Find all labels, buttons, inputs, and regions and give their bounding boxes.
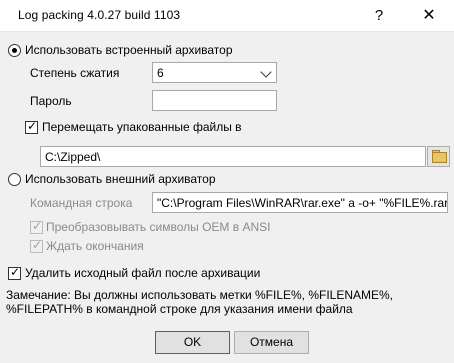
ok-button[interactable]: OK bbox=[155, 331, 230, 354]
wait-finish-checkbox[interactable]: ✓ bbox=[30, 238, 43, 253]
title-bar: Log packing 4.0.27 build 1103 ? ✕ bbox=[0, 0, 454, 32]
password-label: Пароль bbox=[30, 94, 72, 108]
move-path-input[interactable]: C:\Zipped\ bbox=[40, 146, 426, 167]
checkmark-icon: ✓ bbox=[10, 265, 21, 279]
help-button[interactable]: ? bbox=[356, 0, 402, 31]
checkmark-icon: ✓ bbox=[32, 238, 43, 252]
browse-folder-button[interactable] bbox=[427, 146, 450, 167]
chevron-down-icon bbox=[260, 66, 272, 78]
checkmark-icon: ✓ bbox=[32, 219, 43, 233]
checkmark-icon: ✓ bbox=[27, 119, 38, 133]
oem-ansi-label: Преобразовывать символы OEM в ANSI bbox=[46, 220, 271, 234]
external-archiver-radio[interactable] bbox=[8, 173, 21, 186]
builtin-archiver-label[interactable]: Использовать встроенный архиватор bbox=[25, 43, 233, 57]
command-line-label: Командная строка bbox=[30, 196, 133, 210]
window-title: Log packing 4.0.27 build 1103 bbox=[18, 8, 181, 22]
wait-finish-label: Ждать окончания bbox=[46, 239, 144, 253]
move-files-label[interactable]: Перемещать упакованные файлы в bbox=[42, 120, 242, 134]
move-files-checkbox[interactable]: ✓ bbox=[25, 119, 38, 134]
compression-value: 6 bbox=[157, 66, 164, 80]
password-input[interactable] bbox=[152, 90, 277, 111]
usage-note: Замечание: Вы должны использовать метки … bbox=[6, 288, 394, 316]
cancel-button[interactable]: Отмена bbox=[234, 331, 309, 354]
oem-ansi-checkbox[interactable]: ✓ bbox=[30, 219, 43, 234]
builtin-archiver-radio[interactable] bbox=[8, 44, 21, 57]
delete-source-checkbox[interactable]: ✓ bbox=[8, 265, 21, 280]
command-line-value: "C:\Program Files\WinRAR\rar.exe" a -o+ … bbox=[157, 196, 448, 210]
close-button[interactable]: ✕ bbox=[406, 0, 452, 31]
move-path-value: C:\Zipped\ bbox=[45, 150, 101, 164]
dialog-body: Использовать встроенный архиватор Степен… bbox=[0, 31, 454, 363]
folder-icon bbox=[432, 152, 447, 163]
command-line-input[interactable]: "C:\Program Files\WinRAR\rar.exe" a -o+ … bbox=[152, 192, 448, 213]
external-archiver-label[interactable]: Использовать внешний архиватор bbox=[25, 172, 216, 186]
delete-source-label[interactable]: Удалить исходный файл после архивации bbox=[25, 266, 260, 280]
compression-label: Степень сжатия bbox=[30, 66, 120, 80]
radio-selected-dot bbox=[12, 48, 17, 53]
compression-select[interactable]: 6 bbox=[152, 62, 277, 83]
